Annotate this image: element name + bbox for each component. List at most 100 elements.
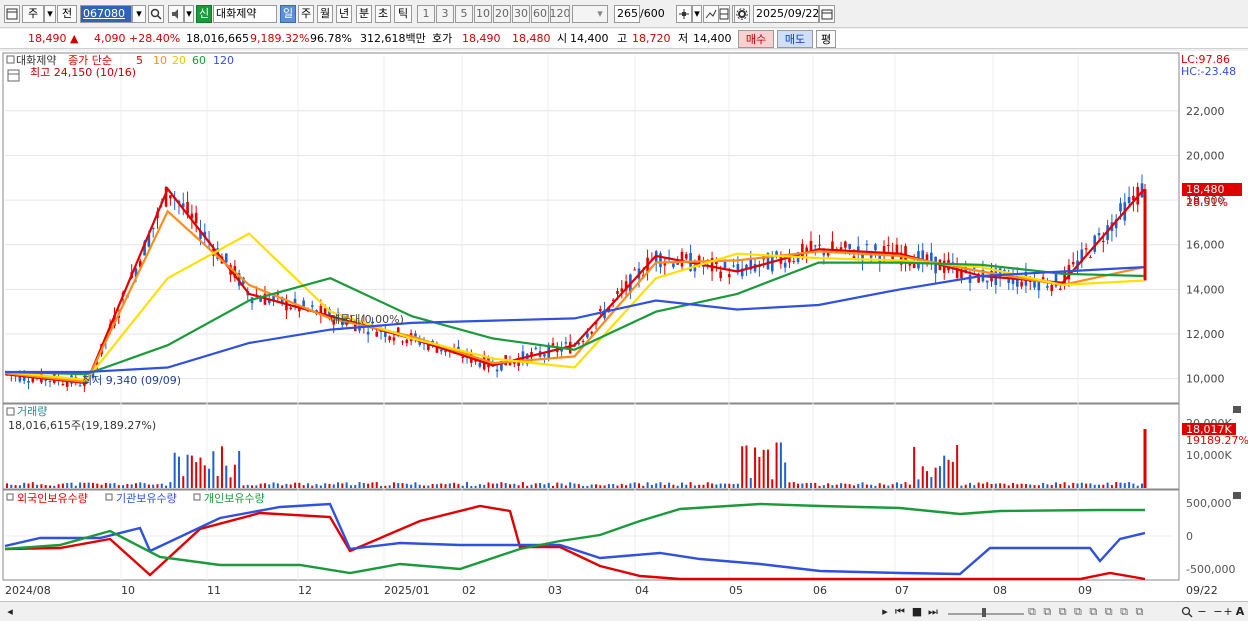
volume-bar: [10, 484, 13, 488]
volume-bar: [887, 485, 890, 488]
volume-bar: [655, 483, 658, 488]
volume-bar: [956, 445, 959, 488]
candle-body: [590, 331, 593, 334]
volume-panel-close-icon[interactable]: [1233, 406, 1241, 413]
current-price-value: 18,490: [28, 32, 67, 45]
volume-bar: [883, 484, 886, 488]
volume-profile-label: 매물대(0.00%): [330, 313, 404, 326]
volume-bar: [186, 454, 189, 488]
volume-bar: [990, 483, 993, 488]
high-price: 18,720: [632, 32, 671, 45]
candle-body: [366, 331, 370, 335]
period-month[interactable]: 월: [317, 5, 333, 23]
date-input[interactable]: 2025/09/22: [753, 5, 819, 23]
period-minute[interactable]: 분: [356, 5, 372, 23]
candle-body: [31, 377, 35, 383]
period-day[interactable]: 일: [280, 5, 296, 23]
volume-bar: [1059, 484, 1062, 488]
candle-body: [1097, 233, 1101, 236]
scroll-right-icon[interactable]: ▸: [878, 604, 892, 619]
zoom-out-icon[interactable]: −: [1196, 604, 1208, 619]
volume-bar: [263, 483, 266, 488]
period-second[interactable]: 초: [375, 5, 391, 23]
candle-body: [310, 305, 314, 307]
period-year[interactable]: 년: [336, 5, 352, 23]
market-dropdown-icon[interactable]: ▾: [44, 5, 56, 23]
chart-area[interactable]: 10,000 12,000 14,000 16,000 18,000 20,000 22,0…: [0, 51, 1248, 601]
interval-5[interactable]: 5: [455, 5, 473, 23]
bottom-scrollbar[interactable]: ◂ ▸ ⏮ ■ ⏭ ⧉ ⧉ ⧉ ⧉ ⧉ ⧉ ⧉ ⧉ − − + A: [0, 601, 1248, 621]
legend-ma120: 120: [213, 54, 234, 67]
stock-chart-svg[interactable]: 10,00012,00014,00016,00018,00020,00022,0…: [0, 51, 1248, 601]
volume-bar: [229, 477, 232, 488]
volume-bar: [156, 484, 159, 488]
interval-20[interactable]: 20: [493, 5, 511, 23]
interval-1[interactable]: 1: [417, 5, 435, 23]
count-input[interactable]: 265: [614, 5, 640, 23]
sell-button[interactable]: 매도: [777, 30, 813, 48]
split-icon[interactable]: [718, 5, 730, 23]
speaker-dropdown-icon[interactable]: ▾: [184, 5, 194, 23]
period-week[interactable]: 주: [298, 5, 314, 23]
interval-10[interactable]: 10: [474, 5, 492, 23]
volume-bar: [943, 455, 946, 488]
volume-bar: [814, 482, 817, 488]
zoom-in-icon[interactable]: +: [1222, 604, 1234, 619]
volume-bar: [625, 485, 628, 488]
interval-3[interactable]: 3: [436, 5, 454, 23]
candle-body: [887, 244, 890, 246]
volume-bar: [259, 483, 262, 488]
draw-tools-icons[interactable]: ⧉ ⧉ ⧉ ⧉ ⧉ ⧉ ⧉ ⧉: [1028, 604, 1178, 619]
stock-name-field[interactable]: 대화제약: [213, 5, 277, 23]
interval-60[interactable]: 60: [531, 5, 549, 23]
volume-bar: [552, 485, 555, 488]
scroll-left-icon[interactable]: ◂: [4, 604, 16, 619]
holdings-panel-close-icon[interactable]: [1233, 492, 1241, 499]
volume-bar: [427, 485, 430, 488]
fast-forward-icon[interactable]: ⏭: [926, 604, 940, 619]
trendline-icon[interactable]: [703, 5, 719, 23]
volume-bar: [612, 484, 615, 488]
settings-icon[interactable]: [734, 5, 750, 23]
volume-bar: [1020, 483, 1023, 488]
zoom-search-icon[interactable]: [1180, 604, 1194, 619]
period-type-select[interactable]: 전: [57, 5, 77, 23]
interval-30[interactable]: 30: [512, 5, 530, 23]
code-dropdown-icon[interactable]: ▾: [132, 5, 146, 23]
stock-code-input[interactable]: 067080: [80, 5, 132, 23]
candle-body: [818, 244, 821, 246]
interval-120[interactable]: 120: [550, 5, 570, 23]
candle-body: [61, 384, 65, 386]
volume-bar: [457, 483, 460, 488]
price-tick-label: 22,000: [1186, 105, 1225, 118]
zoom-magnifier-icon: [1181, 606, 1193, 617]
chart-tool-icon[interactable]: [676, 5, 692, 23]
zoom-slider[interactable]: [946, 604, 1026, 619]
window-icon[interactable]: [4, 5, 20, 23]
search-icon[interactable]: [148, 5, 164, 23]
interval-120-label: 120: [550, 7, 570, 20]
chart-tool-dropdown-icon[interactable]: ▾: [692, 5, 702, 23]
volume-bar: [663, 484, 666, 488]
interval-5-label: 5: [460, 7, 468, 20]
volume-bar: [276, 483, 279, 488]
volume-bar: [930, 477, 933, 488]
legend-table-icon[interactable]: [7, 69, 20, 82]
eval-button[interactable]: 평: [816, 30, 836, 48]
candle-body: [770, 255, 774, 272]
volume-bar: [719, 483, 722, 488]
font-size-icon[interactable]: A: [1234, 604, 1246, 619]
rewind-icon[interactable]: ⏮: [893, 604, 907, 619]
candle-body: [1046, 285, 1049, 288]
interval-custom-input[interactable]: ▾: [572, 5, 608, 23]
calendar-icon[interactable]: [819, 5, 835, 23]
volume-bar: [861, 482, 864, 488]
market-select[interactable]: 주: [22, 5, 44, 23]
volume-bar: [139, 482, 142, 488]
speaker-icon[interactable]: [168, 5, 184, 23]
candle-body: [874, 244, 877, 251]
buy-button[interactable]: 매수: [738, 30, 774, 48]
period-tick[interactable]: 틱: [394, 5, 412, 23]
stop-icon[interactable]: ■: [910, 604, 924, 619]
volume-bar: [182, 476, 185, 488]
